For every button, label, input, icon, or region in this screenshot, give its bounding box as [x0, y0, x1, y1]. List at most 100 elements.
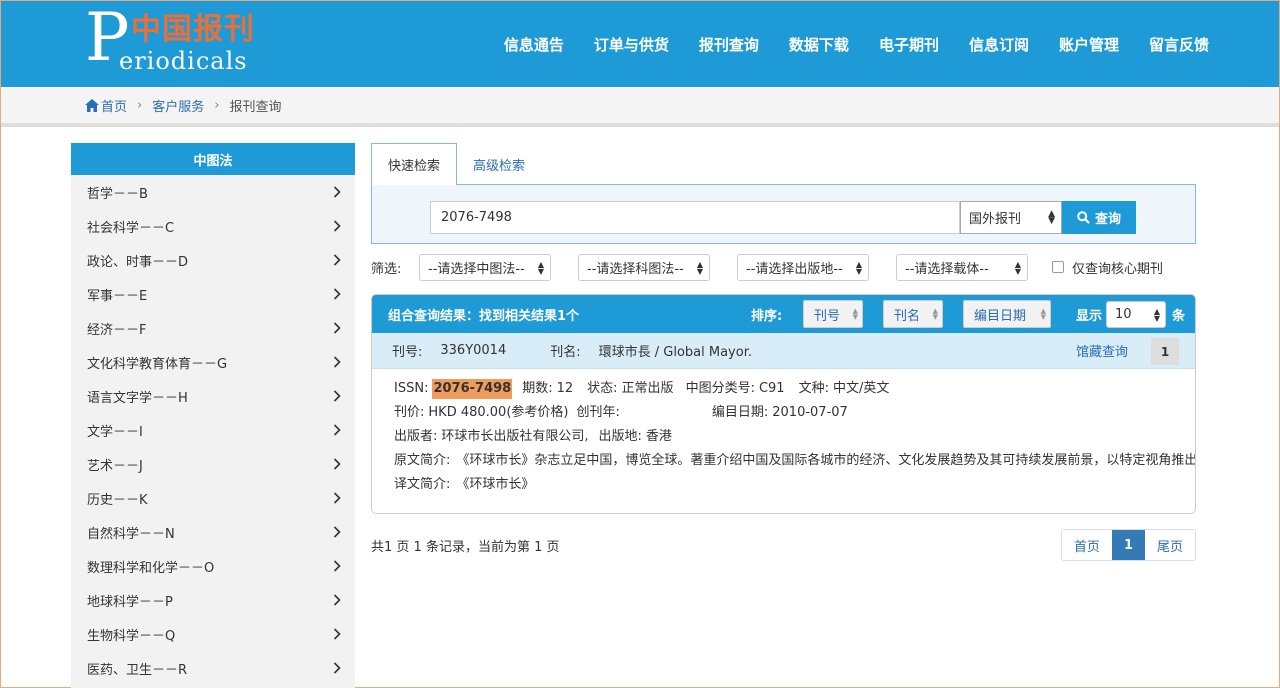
sidebar-item-label: 哲学－－B — [87, 186, 148, 202]
checkbox-box[interactable] — [1052, 261, 1064, 273]
record-header: 刊号: 336Y0014 刊名: 環球市長 / Global Mayor. 馆藏… — [372, 333, 1195, 369]
updown-arrow-icon: ▲ ▼ — [1014, 259, 1021, 276]
page-size-select[interactable]: 10 ▲ ▼ — [1106, 301, 1166, 328]
current-page-button[interactable]: 1 — [1111, 530, 1145, 560]
sidebar-item[interactable]: 哲学－－B — [71, 175, 355, 209]
main-content: 快速检索 高级检索 2076-7498 国外报刊 ▲ ▼ 查询 筛选: --请选择… — [371, 143, 1196, 561]
price-value: HKD 480.00(参考价格) — [428, 405, 569, 420]
sort-by-date-label: 编目日期 — [974, 308, 1027, 324]
place-value: 香港 — [645, 429, 672, 444]
price-label: 刊价: — [394, 405, 425, 420]
sort-by-date-button[interactable]: 编目日期 ▲ ▼ — [963, 300, 1051, 328]
search-icon — [1077, 211, 1090, 224]
show-label: 显示 — [1076, 308, 1103, 324]
nav-search[interactable]: 报刊查询 — [699, 34, 759, 55]
sidebar-item[interactable]: 生物科学－－Q — [71, 617, 355, 651]
record-index-badge: 1 — [1151, 338, 1179, 365]
pager: 首页 1 尾页 — [1060, 529, 1196, 561]
logo-cn-text: 中国报刊 — [131, 12, 255, 47]
periodicals-logo[interactable]: P 中国报刊 eriodicals — [85, 5, 265, 77]
results-summary: 组合查询结果：找到相关结果1个 — [388, 308, 580, 324]
sidebar-item[interactable]: 医药、卫生－－R — [71, 651, 355, 685]
sidebar-item[interactable]: 军事－－E — [71, 277, 355, 311]
sort-by-code-button[interactable]: 刊号 ▲ ▼ — [803, 300, 863, 328]
chevron-right-icon — [333, 492, 341, 504]
sidebar-item-label: 社会科学－－C — [87, 220, 175, 236]
last-page-button[interactable]: 尾页 — [1144, 530, 1195, 560]
place-filter-value: --请选择出版地-- — [746, 261, 843, 277]
chevron-right-icon — [333, 254, 341, 266]
breadcrumb-home[interactable]: 首页 — [101, 96, 127, 115]
sidebar-item-label: 艺术－－J — [87, 458, 143, 474]
nav-feedback[interactable]: 留言反馈 — [1149, 34, 1209, 55]
sort-arrows-icon: ▲ ▼ — [932, 307, 938, 321]
chevron-right-icon — [333, 288, 341, 300]
sidebar-title: 中图法 — [71, 143, 355, 175]
nav-account[interactable]: 账户管理 — [1059, 34, 1119, 55]
search-input[interactable]: 2076-7498 — [430, 201, 960, 234]
sidebar-item[interactable]: 经济－－F — [71, 311, 355, 345]
sidebar-item[interactable]: 政论、时事－－D — [71, 243, 355, 277]
sidebar-item-label: 政论、时事－－D — [87, 254, 189, 270]
sidebar-item-label: 医药、卫生－－R — [87, 662, 188, 678]
home-icon[interactable] — [85, 98, 99, 112]
detail-line-publisher: 出版者: 环球市长出版社有限公司, 出版地: 香港 — [394, 427, 1173, 447]
sidebar-item[interactable]: 社会科学－－C — [71, 209, 355, 243]
name-value: 環球市長 / Global Mayor. — [598, 345, 752, 360]
sidebar-item[interactable]: 数理科学和化学－－O — [71, 549, 355, 583]
first-page-button[interactable]: 首页 — [1061, 530, 1112, 560]
sidebar-item[interactable]: 艺术－－J — [71, 447, 355, 481]
core-only-label: 仅查询核心期刊 — [1072, 261, 1164, 277]
sidebar-item[interactable]: 文化科学教育体育－－G — [71, 345, 355, 379]
carrier-filter-value: --请选择载体-- — [905, 261, 989, 277]
lang-value: 中文/英文 — [832, 381, 890, 396]
issn-value-highlight: 2076-7498 — [432, 379, 513, 399]
status-value: 正常出版 — [621, 381, 674, 396]
sidebar-item[interactable]: 地球科学－－P — [71, 583, 355, 617]
sci-filter-select[interactable]: --请选择科图法-- ▲ ▼ — [578, 253, 710, 281]
lang-label: 文种: — [798, 381, 829, 396]
chevron-right-icon — [333, 662, 341, 674]
publisher-value: 环球市长出版社有限公司, — [441, 429, 589, 444]
sort-label: 排序: — [751, 308, 783, 324]
sidebar-item[interactable]: 语言文字学－－H — [71, 379, 355, 413]
sidebar-item[interactable]: 文学－－I — [71, 413, 355, 447]
detail-translated-desc: 译文简介: 《环球市长》 — [394, 475, 1173, 495]
paging-info: 共1 页 1 条记录，当前为第 1 页 — [371, 539, 560, 555]
sidebar-item[interactable]: 历史－－K — [71, 481, 355, 515]
sidebar-item-label: 经济－－F — [87, 322, 147, 338]
page-size-value: 10 — [1115, 307, 1132, 322]
chevron-right-icon — [333, 220, 341, 232]
library-holdings-link[interactable]: 馆藏查询 — [1076, 341, 1128, 360]
issues-value: 12 — [556, 381, 574, 396]
nav-notices[interactable]: 信息通告 — [504, 34, 564, 55]
sidebar-item[interactable]: 自然科学－－N — [71, 515, 355, 549]
detail-line-issn: ISSN: 2076-7498 期数: 12 状态: 正常出版 中图分类号: C… — [394, 379, 1173, 399]
chevron-right-icon — [333, 322, 341, 334]
place-filter-select[interactable]: --请选择出版地-- ▲ ▼ — [737, 253, 869, 281]
clc-value: C91 — [758, 381, 785, 396]
core-only-checkbox[interactable]: 仅查询核心期刊 — [1052, 258, 1163, 277]
sidebar-item-label: 历史－－K — [87, 492, 148, 508]
search-button-label: 查询 — [1094, 212, 1121, 227]
breadcrumb-customer-service[interactable]: 客户服务 — [152, 96, 204, 115]
search-panel: 2076-7498 国外报刊 ▲ ▼ 查询 — [371, 184, 1196, 244]
tab-advanced-search[interactable]: 高级检索 — [457, 143, 541, 185]
chevron-right-icon — [333, 424, 341, 436]
tab-quick-search[interactable]: 快速检索 — [371, 143, 458, 185]
search-button[interactable]: 查询 — [1062, 201, 1136, 234]
clc-filter-select[interactable]: --请选择中图法-- ▲ ▼ — [419, 253, 551, 281]
updown-arrow-icon: ▲ ▼ — [855, 259, 862, 276]
nav-downloads[interactable]: 数据下载 — [789, 34, 849, 55]
unit-label: 条 — [1172, 308, 1186, 324]
logo-en-text: eriodicals — [119, 47, 248, 75]
carrier-filter-select[interactable]: --请选择载体-- ▲ ▼ — [896, 253, 1028, 281]
scope-select[interactable]: 国外报刊 ▲ ▼ — [960, 201, 1062, 234]
sidebar-item-label: 军事－－E — [87, 288, 148, 304]
sort-by-name-button[interactable]: 刊名 ▲ ▼ — [883, 300, 943, 328]
nav-orders[interactable]: 订单与供货 — [594, 34, 669, 55]
nav-ejournals[interactable]: 电子期刊 — [879, 34, 939, 55]
breadcrumb-separator: › — [214, 97, 220, 113]
nav-subscribe[interactable]: 信息订阅 — [969, 34, 1029, 55]
sort-by-name-label: 刊名 — [894, 308, 921, 324]
